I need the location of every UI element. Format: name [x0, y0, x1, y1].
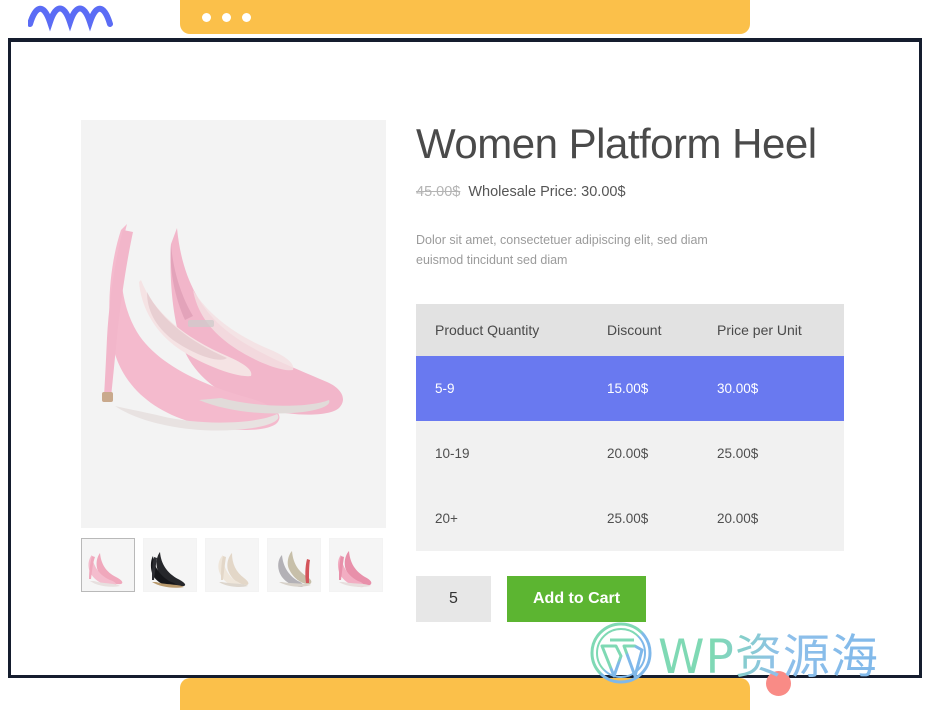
thumb-pink-heels-alt[interactable] [329, 538, 383, 592]
price-row: 45.00$ Wholesale Price: 30.00$ [416, 184, 859, 200]
window-dot-close-icon[interactable] [202, 12, 211, 22]
product-page-card: Women Platform Heel 45.00$ Wholesale Pri… [8, 38, 922, 678]
cell-discount: 15.00$ [588, 356, 698, 422]
table-row[interactable]: 5-9 15.00$ 30.00$ [416, 356, 844, 422]
page-title: Women Platform Heel [416, 120, 817, 167]
column-header-quantity: Product Quantity [416, 304, 588, 357]
cell-discount: 20.00$ [588, 421, 698, 487]
column-header-discount: Discount [588, 304, 698, 357]
cell-quantity: 10-19 [416, 421, 588, 487]
thumb-silver-heels[interactable] [267, 538, 321, 592]
bottom-decorative-bar [180, 678, 750, 710]
thumb-pink-heels[interactable] [81, 538, 135, 592]
add-to-cart-button[interactable]: Add to Cart [507, 576, 647, 623]
wholesale-pricing-table: Product Quantity Discount Price per Unit… [416, 304, 844, 552]
add-to-cart-row: Add to Cart [416, 576, 859, 623]
cell-price: 25.00$ [698, 421, 844, 487]
browser-title-bar [180, 0, 750, 34]
product-description: Dolor sit amet, consectetuer adipiscing … [416, 233, 708, 268]
product-details: Women Platform Heel 45.00$ Wholesale Pri… [416, 120, 859, 675]
cell-price: 20.00$ [698, 486, 844, 552]
table-row[interactable]: 20+ 25.00$ 20.00$ [416, 486, 844, 552]
window-dot-minimize-icon[interactable] [222, 12, 231, 22]
product-content: Women Platform Heel 45.00$ Wholesale Pri… [11, 42, 919, 675]
thumb-cream-heels[interactable] [205, 538, 259, 592]
original-price: 45.00$ [416, 184, 461, 201]
pink-dot-decoration [766, 671, 791, 696]
window-dot-maximize-icon[interactable] [242, 12, 251, 22]
cell-discount: 25.00$ [588, 486, 698, 552]
blue-wave-icon [27, 2, 134, 34]
cell-price: 30.00$ [698, 356, 844, 422]
product-hero-image[interactable] [81, 120, 386, 528]
screenshot-stage: Women Platform Heel 45.00$ Wholesale Pri… [0, 0, 930, 710]
cell-quantity: 5-9 [416, 356, 588, 422]
quantity-input[interactable] [416, 576, 491, 623]
thumb-black-heels[interactable] [143, 538, 197, 592]
product-gallery [81, 120, 386, 675]
table-header-row: Product Quantity Discount Price per Unit [416, 304, 844, 357]
wholesale-price: Wholesale Price: 30.00$ [468, 184, 626, 201]
cell-quantity: 20+ [416, 486, 588, 552]
column-header-price-per-unit: Price per Unit [698, 304, 844, 357]
table-row[interactable]: 10-19 20.00$ 25.00$ [416, 421, 844, 487]
product-thumbnail-strip [81, 538, 386, 592]
